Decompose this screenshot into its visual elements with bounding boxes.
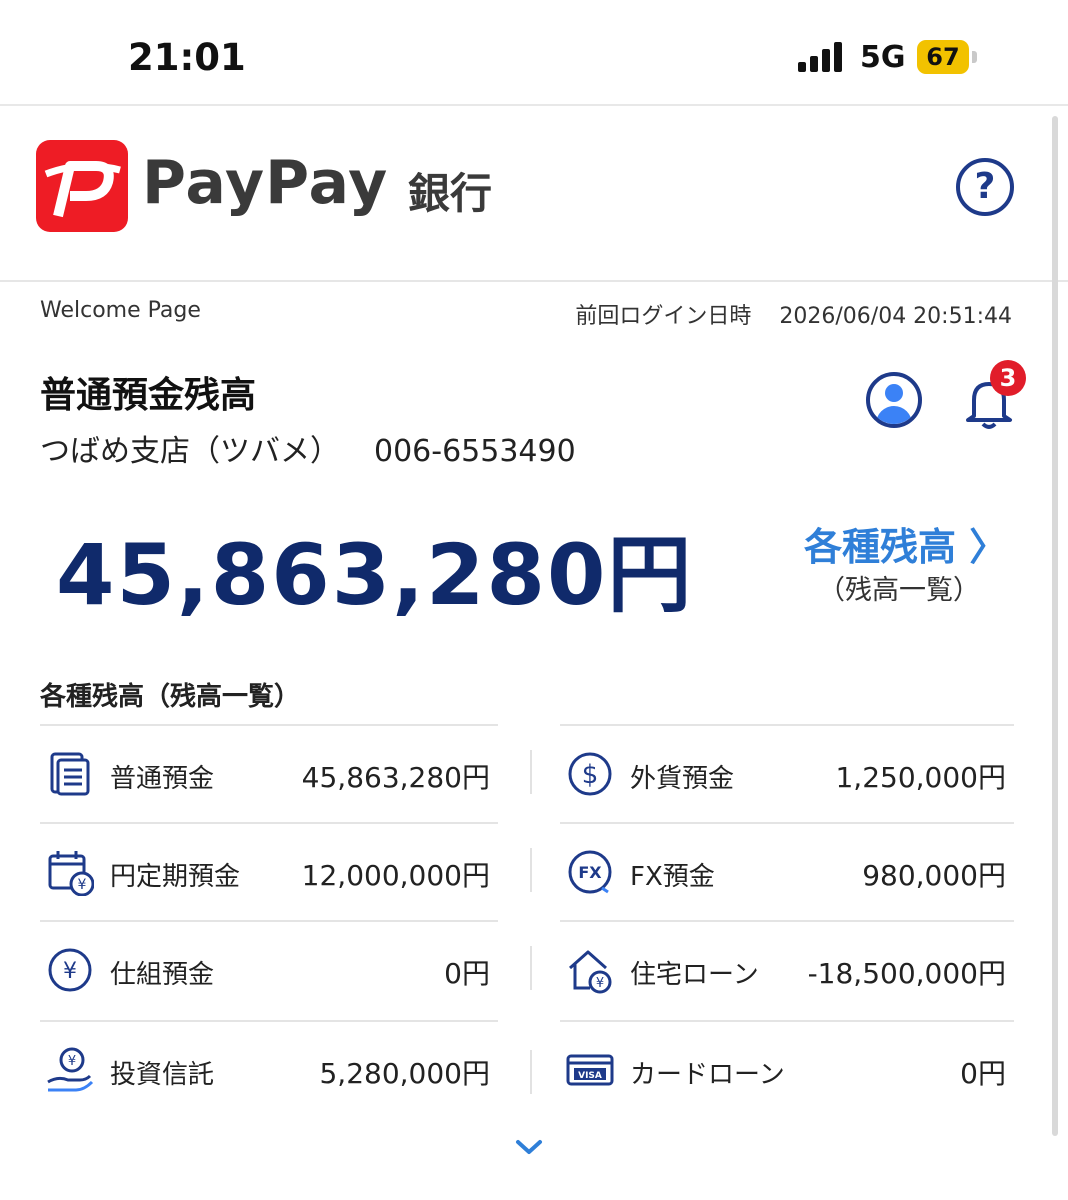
paypay-logo-icon bbox=[36, 140, 128, 232]
balance-item-amount: 12,000,000円 bbox=[301, 859, 490, 892]
balance-item-label: 円定期預金 bbox=[110, 862, 241, 892]
yen-coin-icon: ¥ bbox=[46, 946, 94, 994]
balance-item-amount: 45,863,280円 bbox=[301, 761, 490, 794]
balance-item-fx[interactable]: FX FX預金 980,000円 bbox=[560, 822, 1014, 918]
section-title: 各種残高（残高一覧） bbox=[40, 682, 301, 712]
visa-card-icon: VISA bbox=[566, 1046, 614, 1094]
balance-item-time-deposit[interactable]: ¥ 円定期預金 12,000,000円 bbox=[40, 822, 498, 918]
battery-tip bbox=[972, 51, 977, 63]
svg-text:¥: ¥ bbox=[63, 959, 77, 984]
logo-text: PayPay bbox=[142, 148, 389, 218]
signal-icon bbox=[798, 42, 846, 72]
scrollbar[interactable] bbox=[1052, 116, 1058, 1136]
balance-title: 普通預金残高 bbox=[40, 375, 257, 416]
balance-item-label: 投資信託 bbox=[110, 1060, 215, 1090]
last-login-label: 前回ログイン日時 bbox=[575, 304, 752, 329]
balance-item-amount: 0円 bbox=[444, 957, 490, 990]
hand-yen-icon: ¥ bbox=[46, 1046, 94, 1094]
balance-item-structured-deposit[interactable]: ¥ 仕組預金 0円 bbox=[40, 920, 498, 1016]
balance-item-amount: 1,250,000円 bbox=[835, 761, 1006, 794]
app-header: PayPay 銀行 ? bbox=[0, 108, 1068, 282]
svg-text:¥: ¥ bbox=[78, 877, 87, 893]
various-balances-sub: （残高一覧） bbox=[818, 575, 980, 606]
svg-text:¥: ¥ bbox=[596, 976, 604, 991]
balance-item-label: カードローン bbox=[630, 1060, 785, 1090]
chevron-down-icon[interactable] bbox=[512, 1132, 546, 1162]
svg-text:FX: FX bbox=[578, 863, 602, 882]
logo-bank-text: 銀行 bbox=[408, 169, 493, 218]
calendar-yen-icon: ¥ bbox=[46, 848, 95, 897]
svg-text:¥: ¥ bbox=[68, 1054, 76, 1069]
help-button[interactable]: ? bbox=[956, 158, 1014, 216]
house-yen-icon: ¥ bbox=[566, 946, 614, 994]
welcome-label: Welcome Page bbox=[40, 298, 201, 323]
column-divider bbox=[530, 848, 532, 892]
column-divider bbox=[530, 1050, 532, 1094]
balance-item-amount: 980,000円 bbox=[862, 859, 1006, 892]
balance-item-housing-loan[interactable]: ¥ 住宅ローン -18,500,000円 bbox=[560, 920, 1014, 1016]
profile-head bbox=[885, 384, 903, 402]
balance-item-investment-trust[interactable]: ¥ 投資信託 5,280,000円 bbox=[40, 1020, 498, 1116]
branch-info: つばめ支店（ツバメ） 006-6553490 bbox=[40, 426, 576, 470]
balance-item-label: FX預金 bbox=[630, 862, 715, 892]
balance-item-amount: -18,500,000円 bbox=[807, 957, 1006, 990]
account-number: 006-6553490 bbox=[374, 434, 576, 469]
balance-item-foreign-currency[interactable]: $ 外貨預金 1,250,000円 bbox=[560, 724, 1014, 820]
dollar-coin-icon: $ bbox=[566, 750, 614, 798]
status-time: 21:01 bbox=[128, 36, 246, 79]
balance-item-amount: 5,280,000円 bbox=[319, 1057, 490, 1090]
balance-item-label: 外貨預金 bbox=[630, 764, 735, 794]
profile-body bbox=[876, 406, 912, 424]
column-divider bbox=[530, 750, 532, 794]
network-label: 5G bbox=[860, 40, 906, 75]
total-balance: 45,863,280円 bbox=[56, 526, 694, 624]
balance-item-amount: 0円 bbox=[960, 1057, 1006, 1090]
document-list-icon bbox=[46, 750, 94, 798]
status-bar: 21:01 5G 67 bbox=[0, 0, 1068, 106]
svg-text:$: $ bbox=[582, 760, 599, 790]
various-balances-link[interactable]: 各種残高 〉 bbox=[804, 516, 1007, 571]
balance-item-savings[interactable]: 普通預金 45,863,280円 bbox=[40, 724, 498, 820]
branch-name: つばめ支店（ツバメ） bbox=[40, 434, 340, 469]
svg-text:VISA: VISA bbox=[578, 1071, 602, 1081]
notification-badge: 3 bbox=[990, 360, 1026, 396]
fx-icon: FX bbox=[566, 848, 614, 896]
balance-item-card-loan[interactable]: VISA カードローン 0円 bbox=[560, 1020, 1014, 1116]
balance-item-label: 住宅ローン bbox=[630, 960, 759, 990]
last-login: 前回ログイン日時 2026/06/04 20:51:44 bbox=[575, 298, 1012, 330]
balance-item-label: 仕組預金 bbox=[110, 960, 215, 990]
column-divider bbox=[530, 946, 532, 990]
battery-icon: 67 bbox=[917, 40, 969, 74]
last-login-value: 2026/06/04 20:51:44 bbox=[779, 304, 1012, 329]
profile-button[interactable] bbox=[866, 372, 922, 428]
balance-item-label: 普通預金 bbox=[110, 764, 215, 794]
